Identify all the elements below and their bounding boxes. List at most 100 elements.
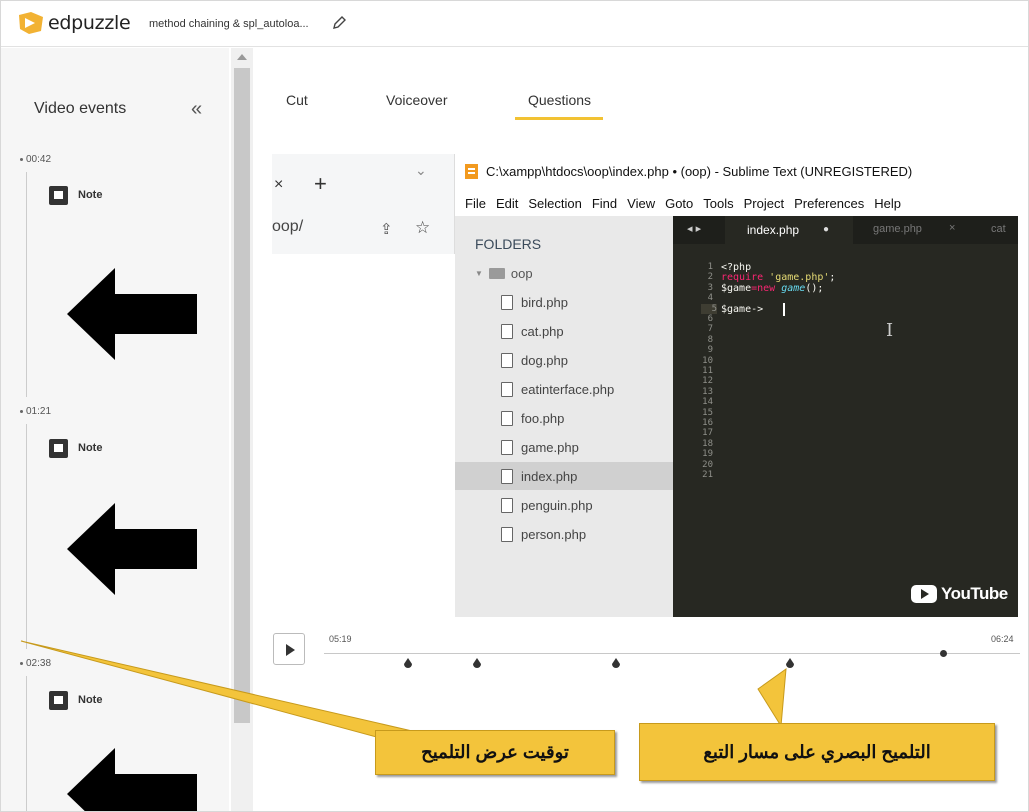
menu-preferences: Preferences bbox=[794, 196, 865, 211]
note-event-card[interactable]: Note bbox=[49, 436, 102, 460]
line-number: 18 bbox=[702, 438, 713, 449]
note-icon bbox=[49, 438, 68, 458]
scrollbar-thumb[interactable] bbox=[234, 68, 250, 723]
tab-nav-icon: ◂ ▸ bbox=[687, 223, 702, 235]
editor-tab-bar: ◂ ▸ index.php ● game.php × cat bbox=[673, 216, 1018, 244]
note-event-card[interactable]: Note bbox=[49, 183, 102, 207]
note-label: Note bbox=[78, 442, 103, 454]
timeline-line bbox=[26, 172, 27, 397]
callout-hint-timing: توقيت عرض التلميح bbox=[375, 730, 615, 775]
file-item-selected: index.php bbox=[455, 462, 673, 490]
arrow-left-icon bbox=[67, 748, 197, 811]
file-name: cat.php bbox=[521, 323, 564, 339]
line-number: 2 bbox=[707, 272, 713, 283]
youtube-play-icon bbox=[911, 585, 937, 603]
folder-icon bbox=[488, 268, 505, 279]
editor-tab-active: index.php bbox=[725, 216, 853, 244]
new-tab-icon: + bbox=[314, 171, 327, 196]
code-text: $game bbox=[721, 282, 752, 294]
folders-label: FOLDERS bbox=[475, 236, 542, 252]
editor-tab-label: cat bbox=[991, 223, 1006, 235]
menu-selection: Selection bbox=[528, 196, 582, 211]
sidebar-title: Video events bbox=[34, 100, 127, 117]
code-line: require 'game.php'; bbox=[721, 272, 835, 283]
tab-voiceover[interactable]: Voiceover bbox=[386, 92, 447, 108]
tab-cut[interactable]: Cut bbox=[286, 92, 308, 108]
timeline-marker-icon[interactable] bbox=[403, 658, 412, 668]
code-text: <?php bbox=[721, 262, 752, 273]
close-icon: × bbox=[949, 222, 956, 234]
event-time: 01:21 bbox=[19, 406, 52, 417]
code-line: $game-> bbox=[721, 304, 763, 315]
editor-tab-label: game.php bbox=[873, 223, 922, 235]
file-icon bbox=[501, 352, 513, 368]
tab-questions[interactable]: Questions bbox=[528, 92, 591, 108]
play-button[interactable] bbox=[273, 633, 305, 665]
line-number: 17 bbox=[702, 428, 713, 439]
file-name: bird.php bbox=[521, 294, 568, 310]
time-end: 06:24 bbox=[991, 634, 1014, 644]
folder-item: ▼ oop bbox=[475, 266, 533, 281]
video-player[interactable]: × + ⌄ oop/ ⇪ ☆ C:\xampp\htdocs\oop\index… bbox=[272, 154, 1018, 617]
time-start: 05:19 bbox=[329, 634, 352, 644]
timeline-marker-icon[interactable] bbox=[473, 658, 482, 668]
pencil-icon[interactable] bbox=[331, 15, 347, 31]
file-name: game.php bbox=[521, 439, 579, 455]
code-keyword: new bbox=[757, 282, 776, 294]
file-item: dog.php bbox=[455, 346, 673, 374]
file-item: penguin.php bbox=[455, 491, 673, 519]
line-number: 16 bbox=[702, 418, 713, 428]
editor-tab-label: index.php bbox=[747, 223, 800, 237]
line-number: 12 bbox=[702, 376, 713, 387]
share-icon: ⇪ bbox=[380, 221, 393, 238]
note-icon bbox=[49, 185, 68, 205]
line-number: 11 bbox=[702, 366, 713, 376]
sidebar-scrollbar[interactable] bbox=[231, 48, 253, 811]
note-icon bbox=[49, 690, 68, 710]
code-function: game bbox=[775, 282, 806, 294]
timeline-marker-icon[interactable] bbox=[786, 658, 795, 668]
timeline-marker-icon[interactable] bbox=[612, 658, 621, 668]
menu-help: Help bbox=[874, 196, 901, 211]
star-icon: ☆ bbox=[415, 218, 431, 237]
menu-goto: Goto bbox=[665, 196, 694, 211]
edpuzzle-logo-icon[interactable] bbox=[17, 11, 45, 35]
sublime-text-window: C:\xampp\htdocs\oop\index.php • (oop) - … bbox=[455, 154, 1018, 617]
file-name: index.php bbox=[521, 468, 578, 484]
callout-text: توقيت عرض التلميح bbox=[421, 742, 569, 762]
project-title: method chaining & spl_autoloa... bbox=[149, 18, 309, 30]
file-item: game.php bbox=[455, 433, 673, 461]
chevron-down-icon: ⌄ bbox=[415, 162, 427, 178]
file-icon bbox=[501, 497, 513, 513]
file-name: foo.php bbox=[521, 410, 565, 426]
collapse-icon[interactable]: « bbox=[191, 98, 202, 121]
file-item: cat.php bbox=[455, 317, 673, 345]
line-number: 9 bbox=[707, 345, 713, 356]
line-number: 15 bbox=[702, 407, 713, 418]
logo-text[interactable]: edpuzzle bbox=[48, 12, 131, 34]
callout-text: التلميح البصري على مسار التبع bbox=[703, 741, 931, 762]
line-number: 1 bbox=[707, 262, 713, 272]
youtube-watermark: YouTube bbox=[911, 584, 1008, 604]
event-time: 02:38 bbox=[19, 658, 52, 669]
code-line: $game=new game(); bbox=[721, 283, 823, 294]
line-number: 6 bbox=[707, 314, 713, 324]
app-window: edpuzzle method chaining & spl_autoloa..… bbox=[0, 0, 1029, 812]
arrow-left-icon bbox=[67, 503, 197, 595]
file-name: penguin.php bbox=[521, 497, 593, 513]
top-bar: edpuzzle method chaining & spl_autoloa..… bbox=[1, 1, 1028, 47]
file-item: foo.php bbox=[455, 404, 673, 432]
menu-view: View bbox=[627, 196, 656, 211]
note-label: Note bbox=[78, 694, 103, 706]
note-event-card[interactable]: Note bbox=[49, 688, 102, 712]
menu-find: Find bbox=[591, 196, 618, 211]
code-line: <?php bbox=[721, 262, 751, 273]
unsaved-dot-icon: ● bbox=[823, 224, 830, 235]
scroll-up-icon[interactable] bbox=[237, 54, 247, 60]
callout-visual-hint: التلميح البصري على مسار التبع bbox=[639, 723, 995, 781]
menu-edit: Edit bbox=[495, 196, 519, 211]
file-icon bbox=[501, 410, 513, 426]
line-number: 3 bbox=[707, 282, 713, 293]
playhead[interactable] bbox=[940, 650, 948, 657]
timeline-track[interactable] bbox=[324, 653, 1020, 654]
